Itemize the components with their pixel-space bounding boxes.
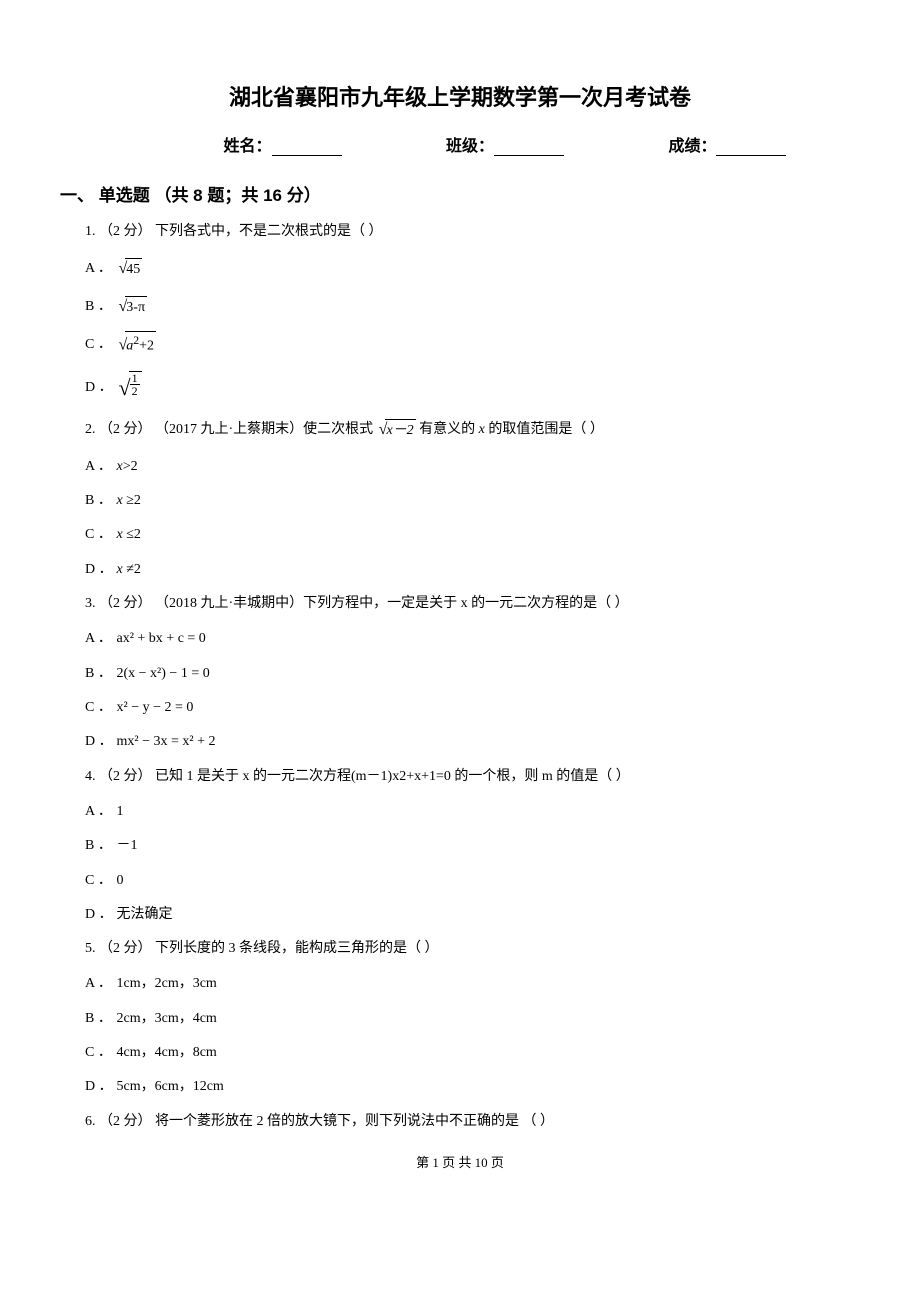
sqrt-expr: √3-π (117, 294, 148, 320)
class-blank[interactable] (494, 139, 564, 156)
name-group: 姓名： (224, 132, 342, 156)
page-title: 湖北省襄阳市九年级上学期数学第一次月考试卷 (60, 80, 860, 112)
q4-stem: 4. （2 分） 已知 1 是关于 x 的一元二次方程(m－1)x2+x+1=0… (85, 766, 860, 787)
page-footer: 第 1 页 共 10 页 (60, 1152, 860, 1171)
q2-stem-c: 的取值范围是（ ） (485, 422, 604, 437)
q4-option-d: D ． 无法确定 (85, 904, 860, 926)
exam-page: 湖北省襄阳市九年级上学期数学第一次月考试卷 姓名： 班级： 成绩： 一、 单选题… (0, 0, 920, 1191)
q2-stem-a: 2. （2 分） （2017 九上·上蔡期末）使二次根式 (85, 422, 377, 437)
q5-stem: 5. （2 分） 下列长度的 3 条线段，能构成三角形的是（ ） (85, 938, 860, 959)
q3-option-a: A ． ax² + bx + c = 0 (85, 628, 860, 650)
name-label: 姓名： (224, 132, 272, 156)
q1-option-c: C ． √a2+2 (85, 331, 860, 358)
option-letter: C ． (85, 870, 113, 892)
q6-stem: 6. （2 分） 将一个菱形放在 2 倍的放大镜下，则下列说法中不正确的是 （ … (85, 1111, 860, 1132)
option-letter: B ． (85, 490, 113, 512)
sqrt-expr: √12 (117, 370, 142, 405)
q3-option-b: B ． 2(x − x²) − 1 = 0 (85, 663, 860, 685)
sqrt-expr: √45 (117, 256, 143, 282)
q1-option-d: D ． √12 (85, 370, 860, 405)
sqrt-expr: √x－2 (377, 418, 416, 442)
sqrt-expr: √a2+2 (117, 331, 157, 358)
option-letter: C ． (85, 697, 113, 719)
q2-option-c: C ． x ≤2 (85, 524, 860, 546)
questions-container: 1. （2 分） 下列各式中，不是二次根式的是（ ） A ． √45 B ． √… (85, 221, 860, 1132)
q5-option-d: D ． 5cm，6cm，12cm (85, 1076, 860, 1098)
option-letter: C ． (85, 334, 113, 356)
option-letter: D ． (85, 904, 113, 926)
q2-stem-b: 有意义的 (419, 422, 479, 437)
option-letter: A ． (85, 801, 113, 823)
option-letter: D ． (85, 559, 113, 581)
option-letter: B ． (85, 1008, 113, 1030)
q4-option-b: B ． －1 (85, 835, 860, 857)
option-letter: A ． (85, 973, 113, 995)
q2-stem: 2. （2 分） （2017 九上·上蔡期末）使二次根式 √x－2 有意义的 x… (85, 418, 860, 442)
section-1-header: 一、 单选题 （共 8 题；共 16 分） (60, 181, 860, 206)
class-group: 班级： (446, 132, 564, 156)
q3-stem: 3. （2 分） （2018 九上·丰城期中）下列方程中，一定是关于 x 的一元… (85, 593, 860, 614)
q1-option-b: B ． √3-π (85, 294, 860, 320)
name-blank[interactable] (272, 139, 342, 156)
q5-option-b: B ． 2cm，3cm，4cm (85, 1008, 860, 1030)
option-letter: D ． (85, 1076, 113, 1098)
option-letter: D ． (85, 377, 113, 399)
q1-option-a: A ． √45 (85, 256, 860, 282)
q3-option-d: D ． mx² − 3x = x² + 2 (85, 731, 860, 753)
option-letter: C ． (85, 1042, 113, 1064)
q2-option-a: A ． x>2 (85, 456, 860, 478)
option-letter: A ． (85, 258, 113, 280)
option-letter: A ． (85, 456, 113, 478)
q2-option-b: B ． x ≥2 (85, 490, 860, 512)
q5-option-c: C ． 4cm，4cm，8cm (85, 1042, 860, 1064)
option-letter: B ． (85, 835, 113, 857)
q5-option-a: A ． 1cm，2cm，3cm (85, 973, 860, 995)
score-group: 成绩： (668, 132, 786, 156)
student-info-row: 姓名： 班级： 成绩： (60, 132, 860, 156)
option-letter: A ． (85, 628, 113, 650)
score-label: 成绩： (668, 132, 716, 156)
option-letter: B ． (85, 296, 113, 318)
option-letter: D ． (85, 731, 113, 753)
option-letter: C ． (85, 524, 113, 546)
score-blank[interactable] (716, 139, 786, 156)
option-letter: B ． (85, 663, 113, 685)
q3-option-c: C ． x² − y − 2 = 0 (85, 697, 860, 719)
q4-option-c: C ． 0 (85, 870, 860, 892)
class-label: 班级： (446, 132, 494, 156)
q4-option-a: A ． 1 (85, 801, 860, 823)
q2-option-d: D ． x ≠2 (85, 559, 860, 581)
q1-stem: 1. （2 分） 下列各式中，不是二次根式的是（ ） (85, 221, 860, 242)
